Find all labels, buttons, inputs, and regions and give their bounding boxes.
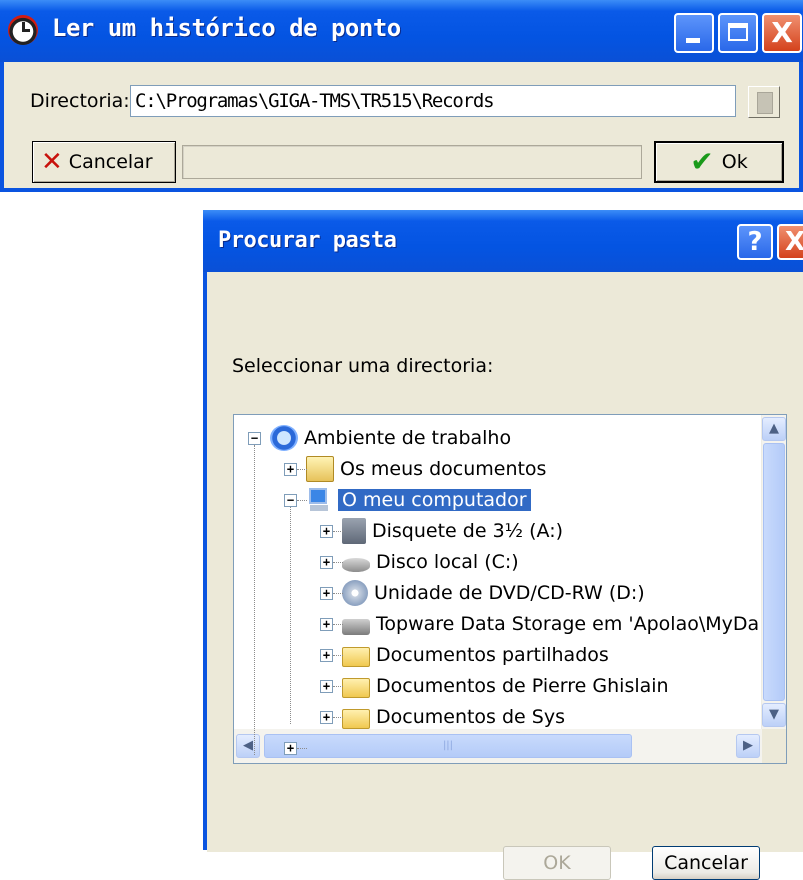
folder-icon [342, 709, 370, 729]
computer-icon [306, 487, 334, 513]
tree-item-label: Disco local (C:) [376, 551, 519, 573]
tree-item-label: Os meus documentos [340, 458, 547, 480]
main-title-bar[interactable]: Ler um histórico de ponto X [0, 0, 803, 62]
tree-expander-9[interactable]: + [320, 711, 333, 724]
tree-expander-1[interactable]: + [284, 463, 297, 476]
tree-expander-8[interactable]: + [320, 680, 333, 693]
tree-item[interactable]: Documentos de Pierre Ghislain [342, 671, 669, 701]
dialog-close-button[interactable]: X [777, 224, 803, 260]
desktop-icon [270, 425, 298, 451]
directory-input[interactable]: C:\Programas\GIGA-TMS\TR515\Records [130, 85, 736, 117]
tree-expander-4[interactable]: + [320, 556, 333, 569]
dialog-cancel-button[interactable]: Cancelar [652, 846, 760, 880]
main-window-title: Ler um histórico de ponto [52, 14, 401, 42]
main-window: Ler um histórico de ponto X Directoria: … [0, 0, 803, 192]
cancel-label: Cancelar [68, 151, 153, 173]
vertical-scroll-thumb[interactable] [763, 443, 785, 701]
dialog-client-area: Seleccionar uma directoria: DiversosOs m… [207, 272, 803, 880]
tree-item-label: Documentos de Sys [376, 706, 565, 728]
tree-item[interactable]: Disco local (C:) [342, 547, 519, 577]
tree-item-label: Topware Data Storage em 'Apolao\MyDa [376, 613, 760, 635]
tree-item-label: Documentos de Pierre Ghislain [376, 675, 669, 697]
scroll-left-button[interactable]: ◀ [236, 734, 260, 758]
folder-tree[interactable]: DiversosOs meus locais na redeDocumentos… [233, 414, 787, 764]
tree-expander-3[interactable]: + [320, 525, 333, 538]
scroll-up-button[interactable]: ▲ [762, 417, 786, 441]
tree-expander-5[interactable]: + [320, 587, 333, 600]
network-drive-icon [342, 619, 370, 635]
ok-button[interactable]: ✔ Ok [654, 141, 784, 183]
tree-item[interactable]: Ambiente de trabalho [270, 423, 511, 453]
cancel-button[interactable]: ✕ Cancelar [32, 141, 176, 183]
help-icon: ? [747, 227, 763, 257]
scroll-down-button[interactable]: ▼ [762, 703, 786, 727]
tree-item-label: Documentos partilhados [376, 644, 609, 666]
close-button[interactable]: X [762, 13, 802, 53]
tree-item[interactable]: Os meus documentos [306, 454, 546, 484]
tree-item[interactable]: Unidade de DVD/CD-RW (D:) [342, 578, 645, 608]
tree-item[interactable]: Documentos de Sys [342, 702, 565, 732]
documents-icon [306, 456, 334, 482]
x-mark-icon: ✕ [41, 147, 63, 177]
dialog-title-bar[interactable]: Procurar pasta ? X [203, 210, 803, 272]
alarm-clock-icon [8, 15, 38, 45]
dialog-ok-button[interactable]: OK [503, 846, 611, 880]
tree-item-label: Unidade de DVD/CD-RW (D:) [374, 582, 645, 604]
dialog-title: Procurar pasta [218, 228, 397, 253]
tree-expander-0[interactable]: − [248, 432, 261, 445]
progress-bar [182, 145, 642, 179]
tree-item[interactable]: Topware Data Storage em 'Apolao\MyDa [342, 609, 759, 639]
scrollbar-corner [762, 729, 786, 763]
vertical-scrollbar[interactable]: ▲ ▼ [761, 415, 786, 729]
tree-item[interactable]: Documentos partilhados [342, 640, 609, 670]
ok-label: Ok [721, 151, 748, 173]
maximize-button[interactable] [718, 13, 758, 53]
tree-item-label: Disquete de 3½ (A:) [372, 520, 564, 542]
check-mark-icon: ✔ [690, 145, 714, 178]
tree-expander-2[interactable]: − [284, 494, 297, 507]
help-button[interactable]: ? [737, 224, 773, 260]
scroll-right-button[interactable]: ▶ [736, 734, 760, 758]
folder-icon [342, 678, 370, 698]
tree-expander-10[interactable]: + [284, 742, 297, 755]
tree-item-label: O meu computador [338, 489, 531, 511]
tree-expander-6[interactable]: + [320, 618, 333, 631]
directory-label: Directoria: [30, 90, 130, 112]
dvd-icon [342, 580, 368, 606]
floppy-icon [342, 518, 366, 544]
minimize-button[interactable] [674, 13, 714, 53]
close-icon: X [771, 16, 793, 49]
close-icon: X [784, 227, 803, 257]
tree-expander-7[interactable]: + [320, 649, 333, 662]
tree-item[interactable]: Disquete de 3½ (A:) [342, 516, 563, 546]
disk-icon [342, 558, 370, 572]
horizontal-scroll-thumb[interactable]: ||| [264, 734, 632, 758]
browse-folder-dialog: Procurar pasta ? X Seleccionar uma direc… [203, 210, 803, 880]
folder-icon [342, 647, 370, 667]
browse-folder-button[interactable] [748, 86, 780, 118]
tree-item[interactable]: O meu computador [306, 485, 531, 515]
dialog-prompt: Seleccionar uma directoria: [232, 355, 494, 377]
horizontal-scrollbar[interactable]: ◀ ||| ▶ [234, 729, 762, 763]
tree-item-label: Ambiente de trabalho [304, 427, 512, 449]
